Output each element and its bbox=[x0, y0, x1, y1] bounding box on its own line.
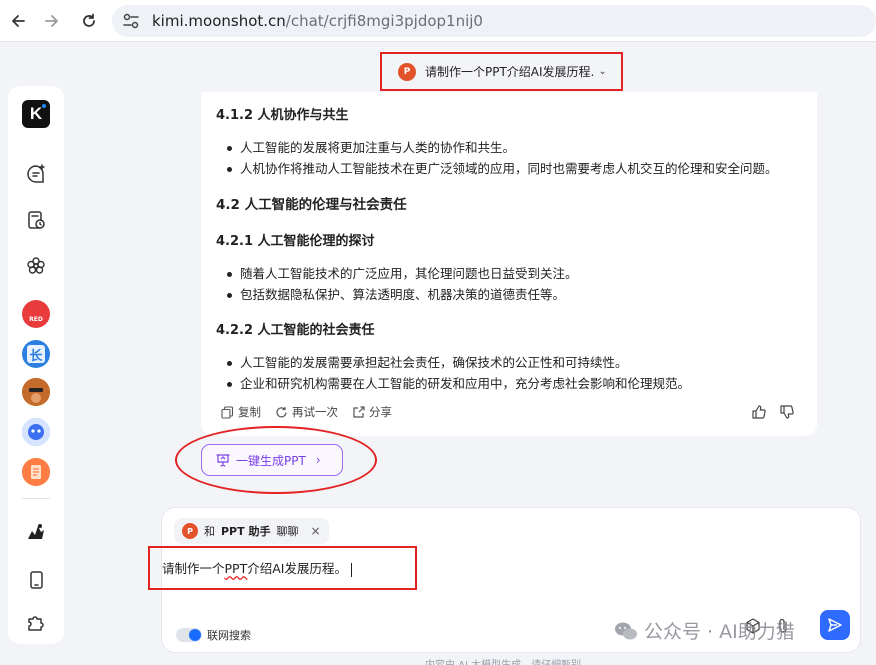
text-caret bbox=[350, 562, 352, 577]
toggle-knob bbox=[189, 629, 201, 641]
wechat-icon bbox=[615, 622, 637, 639]
avatar-label: RED bbox=[29, 315, 43, 323]
section-heading: 4.2.1 人工智能伦理的探讨 bbox=[216, 234, 375, 249]
list-item: 人机协作将推动人工智能技术在更广泛领域的应用，同时也需要考虑人机交互的伦理和安全… bbox=[216, 158, 806, 179]
user-avatar[interactable] bbox=[22, 518, 50, 546]
forward-arrow-icon[interactable] bbox=[40, 9, 64, 33]
retry-icon bbox=[276, 406, 287, 417]
footer-note: 内容由 AI 大模型生成，请仔细甄别 bbox=[425, 656, 581, 665]
assistant-chip[interactable]: P 和 PPT 助手 聊聊 × bbox=[174, 518, 329, 544]
assistant-prefix: 和 bbox=[204, 525, 215, 538]
watermark-text: 公众号 · AI助力猎 bbox=[644, 621, 795, 643]
list-item: 人工智能的发展需要承担起社会责任，确保技术的公正性和可持续性。 bbox=[216, 352, 806, 373]
list-item: 企业和研究机构需要在人工智能的研发和应用中，充分考虑社会影响和伦理规范。 bbox=[216, 373, 806, 394]
message-input[interactable]: 请制作一个PPT介绍AI发展历程。 bbox=[148, 546, 417, 590]
share-label: 分享 bbox=[369, 405, 392, 419]
ppt-logo-icon: P bbox=[182, 523, 198, 539]
bullet-list: 人工智能的发展需要承担起社会责任，确保技术的公正性和可持续性。 企业和研究机构需… bbox=[216, 352, 806, 394]
sidebar: K RED 长 bbox=[8, 86, 64, 644]
send-button[interactable] bbox=[820, 610, 850, 640]
explore-icon[interactable] bbox=[22, 252, 50, 280]
assistant-name: PPT 助手 bbox=[221, 525, 271, 538]
avatar-doc[interactable] bbox=[22, 458, 50, 486]
annotation-ellipse bbox=[175, 426, 377, 494]
retry-button[interactable]: 再试一次 bbox=[275, 404, 338, 420]
bullet-list: 随着人工智能技术的广泛应用，其伦理问题也日益受到关注。 包括数据隐私保护、算法透… bbox=[216, 263, 806, 305]
mobile-app-icon[interactable] bbox=[22, 566, 50, 594]
web-search-toggle[interactable]: 联网搜索 bbox=[176, 627, 251, 643]
send-icon bbox=[828, 618, 842, 632]
thumbs-down-icon[interactable] bbox=[779, 404, 795, 424]
browser-toolbar: kimi.moonshot.cn/chat/crjfi8mgi3pjdop1ni… bbox=[0, 0, 876, 42]
input-text-misspelled: PPT bbox=[224, 561, 248, 576]
assistant-suffix: 聊聊 bbox=[276, 525, 299, 538]
input-text-part: 介绍AI发展历程。 bbox=[247, 561, 347, 576]
thumbs-up-icon[interactable] bbox=[751, 404, 767, 424]
message-content: 4.1.2 人机协作与共生 人工智能的发展将更加注重与人类的协作和共生。 人机协… bbox=[216, 104, 806, 408]
list-item: 人工智能的发展将更加注重与人类的协作和共生。 bbox=[216, 137, 806, 158]
back-arrow-icon[interactable] bbox=[6, 9, 30, 33]
chat-title: 请制作一个PPT介绍AI发展历程. bbox=[425, 65, 595, 79]
avatar-robot[interactable] bbox=[22, 418, 50, 446]
plugin-icon[interactable] bbox=[22, 608, 50, 636]
address-bar[interactable]: kimi.moonshot.cn/chat/crjfi8mgi3pjdop1ni… bbox=[112, 5, 876, 37]
web-search-label: 联网搜索 bbox=[207, 629, 251, 642]
avatar-chang[interactable]: 长 bbox=[22, 340, 50, 368]
avatar-red[interactable]: RED bbox=[22, 300, 50, 328]
url-text: kimi.moonshot.cn/chat/crjfi8mgi3pjdop1ni… bbox=[152, 12, 483, 30]
reload-icon[interactable] bbox=[77, 9, 101, 33]
share-icon bbox=[353, 405, 365, 418]
assistant-message: 4.1.2 人机协作与共生 人工智能的发展将更加注重与人类的协作和共生。 人机协… bbox=[201, 92, 817, 436]
sidebar-divider bbox=[22, 498, 50, 499]
copy-button[interactable]: 复制 bbox=[221, 404, 261, 420]
avatar-cartoon[interactable] bbox=[22, 378, 50, 406]
close-icon[interactable]: × bbox=[310, 524, 320, 538]
url-host: kimi.moonshot.cn bbox=[152, 12, 286, 30]
feedback-buttons bbox=[751, 404, 795, 424]
section-heading: 4.2 人工智能的伦理与社会责任 bbox=[216, 197, 407, 213]
ppt-logo-icon: P bbox=[398, 62, 416, 81]
toggle-switch[interactable] bbox=[176, 628, 202, 642]
message-actions: 复制 再试一次 分享 bbox=[221, 404, 392, 420]
copy-label: 复制 bbox=[238, 405, 261, 419]
bullet-list: 人工智能的发展将更加注重与人类的协作和共生。 人机协作将推动人工智能技术在更广泛… bbox=[216, 137, 806, 179]
new-chat-icon[interactable] bbox=[22, 160, 50, 188]
retry-label: 再试一次 bbox=[292, 405, 338, 419]
input-value: 请制作一个PPT介绍AI发展历程。 bbox=[162, 558, 352, 577]
history-icon[interactable] bbox=[22, 206, 50, 234]
avatar-label: 长 bbox=[27, 345, 45, 364]
watermark: 公众号 · AI助力猎 bbox=[614, 617, 795, 644]
chevron-down-icon: ⌄ bbox=[598, 66, 607, 77]
logo-dot bbox=[42, 104, 46, 108]
kimi-logo[interactable]: K bbox=[22, 100, 50, 128]
list-item: 包括数据隐私保护、算法透明度、机器决策的道德责任等。 bbox=[216, 284, 806, 305]
section-heading: 4.1.2 人机协作与共生 bbox=[216, 108, 349, 123]
list-item: 随着人工智能技术的广泛应用，其伦理问题也日益受到关注。 bbox=[216, 263, 806, 284]
copy-icon bbox=[221, 405, 234, 419]
share-button[interactable]: 分享 bbox=[352, 404, 392, 420]
input-text-part: 请制作一个 bbox=[162, 561, 225, 576]
site-settings-icon[interactable] bbox=[122, 13, 140, 29]
url-path: /chat/crjfi8mgi3pjdop1nij0 bbox=[285, 12, 483, 30]
chat-title-dropdown[interactable]: P 请制作一个PPT介绍AI发展历程. ⌄ bbox=[380, 52, 623, 91]
logo-letter: K bbox=[29, 104, 43, 123]
section-heading: 4.2.2 人工智能的社会责任 bbox=[216, 323, 375, 338]
